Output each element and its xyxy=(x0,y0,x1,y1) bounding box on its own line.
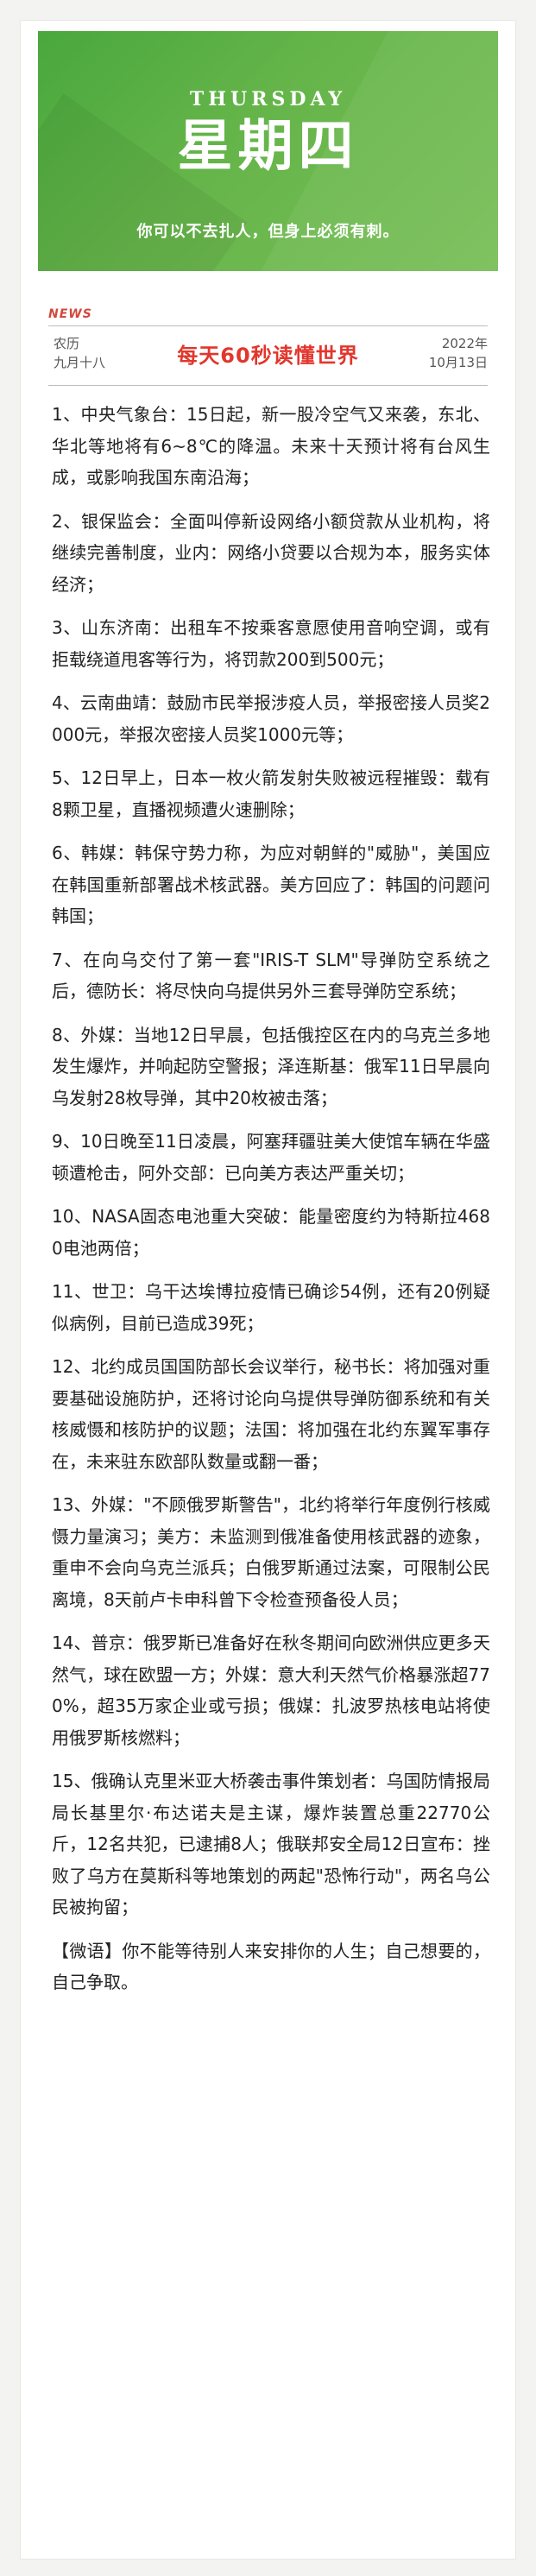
news-item: 5、12日早上，日本一枚火箭发射失败被远程摧毁：载有8颗卫星，直播视频遭火速删除… xyxy=(52,767,490,820)
news-item: 3、山东济南：出租车不按乘客意愿使用音响空调，或有拒载绕道甩客等行为，将罚款20… xyxy=(52,617,490,670)
news-item: 10、NASA固态电池重大突破：能量密度约为特斯拉4680电池两倍； xyxy=(52,1206,490,1259)
weekday-english: THURSDAY xyxy=(189,88,347,110)
gregorian-date: 2022年 10月13日 xyxy=(429,334,488,372)
header-divider-bottom xyxy=(48,385,488,386)
weekday-banner: THURSDAY 星期四 你可以不去扎人，但身上必须有刺。 xyxy=(38,31,498,271)
news-item: 14、普京：俄罗斯已准备好在秋冬期间向欧洲供应更多天然气，球在欧盟一方；外媒：意… xyxy=(52,1632,490,1748)
news-item: 8、外媒：当地12日早晨，包括俄控区在内的乌克兰多地发生爆炸，并响起防空警报；泽… xyxy=(52,1024,490,1108)
news-item: 7、在向乌交付了第一套"IRIS-T SLM"导弹防空系统之后，德防长：将尽快向… xyxy=(52,949,490,1002)
header-divider-top xyxy=(48,325,488,326)
news-item: 9、10日晚至11日凌晨，阿塞拜疆驻美大使馆车辆在华盛顿遭枪击，阿外交部：已向美… xyxy=(52,1131,490,1184)
news-item: 2、银保监会：全面叫停新设网络小额贷款从业机构，将继续完善制度，业内：网络小贷要… xyxy=(52,510,490,595)
weekday-chinese: 星期四 xyxy=(177,115,359,179)
news-item: 13、外媒："不顾俄罗斯警告"，北约将举行年度例行核威慑力量演习；美方：未监测到… xyxy=(52,1494,490,1610)
news-item: 1、中央气象台：15日起，新一股冷空气又来袭，东北、华北等地将有6~8℃的降温。… xyxy=(52,404,490,488)
banner-motto: 你可以不去扎人，但身上必须有刺。 xyxy=(136,223,400,241)
quote-item: 【微语】你不能等待别人来安排你的人生；自己想要的，自己争取。 xyxy=(52,1940,490,1993)
news-item: 12、北约成员国国防部长会议举行，秘书长：将加强对重要基础设施防护，还将讨论向乌… xyxy=(52,1356,490,1472)
news-item: 11、世卫：乌干达埃博拉疫情已确诊54例，还有20例疑似病例，目前已造成39死； xyxy=(52,1281,490,1334)
news-list: 1、中央气象台：15日起，新一股冷空气又来袭，东北、华北等地将有6~8℃的降温。… xyxy=(52,399,490,1998)
news-item: 4、云南曲靖：鼓励市民举报涉疫人员，举报密接人员奖2000元，举报次密接人员奖1… xyxy=(52,692,490,745)
date-year: 2022年 xyxy=(441,336,488,351)
news-item: 6、韩媒：韩保守势力称，为应对朝鲜的"威胁"，美国应在韩国重新部署战术核武器。美… xyxy=(52,843,490,926)
news-tag: NEWS xyxy=(48,307,92,321)
date-day: 10月13日 xyxy=(428,355,488,370)
news-card: THURSDAY 星期四 你可以不去扎人，但身上必须有刺。 NEWS 农历 九月… xyxy=(21,21,515,2559)
news-item: 15、俄确认克里米亚大桥袭击事件策划者：乌国防情报局局长基里尔·布达诺夫是主谋，… xyxy=(52,1771,490,1917)
